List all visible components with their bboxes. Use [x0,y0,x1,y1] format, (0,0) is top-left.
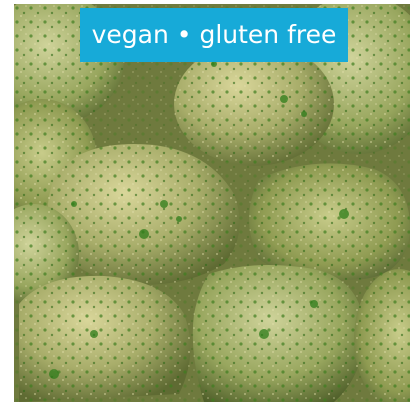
dietary-badge: vegan • gluten free [80,8,348,62]
food-illustration [14,4,410,402]
nugget-bottom-left [19,275,191,402]
product-card: vegan • gluten free [0,0,416,407]
product-photo [14,4,410,402]
nugget-bottom-center [192,265,365,402]
nugget-right-middle [249,163,410,280]
